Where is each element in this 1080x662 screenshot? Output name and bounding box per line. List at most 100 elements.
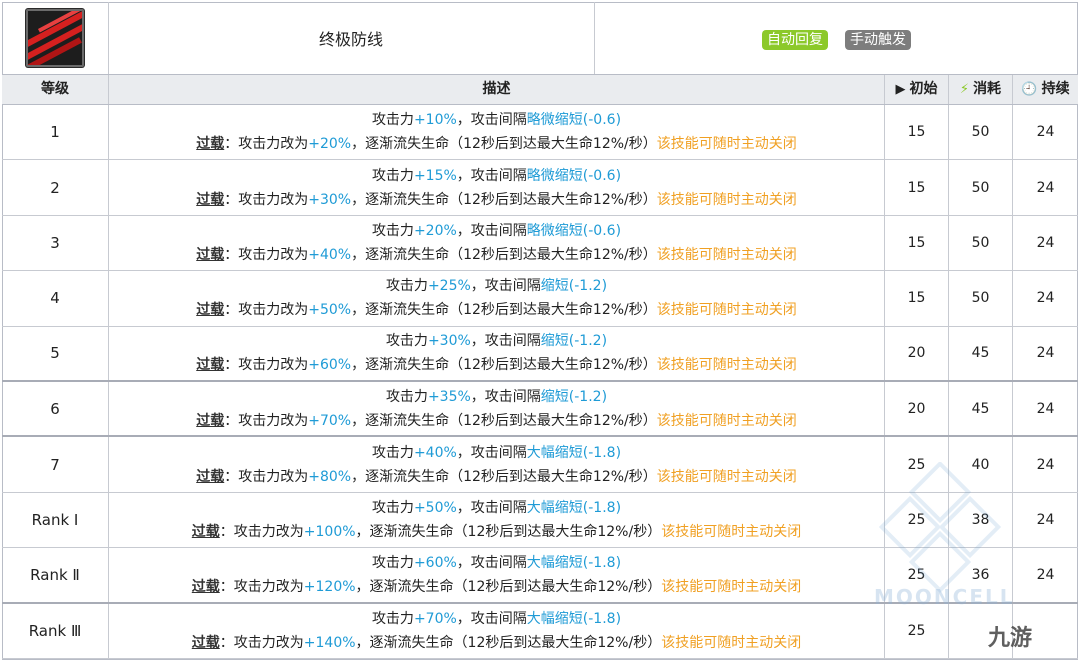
desc-line-1: 攻击力+50%，攻击间隔大幅缩短(-1.8) bbox=[371, 499, 622, 516]
row-initial-sp: 15 bbox=[885, 215, 949, 271]
row-level: 3 bbox=[2, 215, 109, 271]
row-sp-cost: 38 bbox=[949, 492, 1013, 548]
overload-label: 过载 bbox=[191, 523, 220, 540]
row-sp-cost: 50 bbox=[949, 271, 1013, 326]
desc-line-2: 过载：攻击力改为+100%，逐渐流失生命（12秒后到达最大生命12%/秒）该技能… bbox=[191, 523, 802, 540]
row-sp-cost: 45 bbox=[949, 326, 1013, 380]
table-row: 2 攻击力+15%，攻击间隔略微缩短(-0.6) 过载：攻击力改为+30%，逐渐… bbox=[2, 160, 1078, 216]
table-body: 1 攻击力+10%，攻击间隔略微缩短(-0.6) 过载：攻击力改为+20%，逐渐… bbox=[2, 105, 1078, 659]
row-sp-cost: 40 bbox=[949, 437, 1013, 492]
desc-line-1: 攻击力+20%，攻击间隔略微缩短(-0.6) bbox=[371, 222, 622, 239]
watermark-text: MOONCELL bbox=[874, 585, 1015, 609]
table-row: 1 攻击力+10%，攻击间隔略微缩短(-0.6) 过载：攻击力改为+20%，逐渐… bbox=[2, 105, 1078, 161]
row-description: 攻击力+60%，攻击间隔大幅缩短(-1.8) 过载：攻击力改为+120%，逐渐流… bbox=[109, 548, 885, 602]
row-duration: 24 bbox=[1036, 345, 1055, 362]
skill-header: 终极防线 自动回复 手动触发 bbox=[2, 2, 1078, 74]
desc-line-2: 过载：攻击力改为+40%，逐渐流失生命（12秒后到达最大生命12%/秒）该技能可… bbox=[196, 246, 797, 263]
row-initial-sp: 15 bbox=[885, 105, 949, 160]
row-description: 攻击力+35%，攻击间隔缩短(-1.2) 过载：攻击力改为+70%，逐渐流失生命… bbox=[109, 381, 885, 436]
desc-line-2: 过载：攻击力改为+120%，逐渐流失生命（12秒后到达最大生命12%/秒）该技能… bbox=[191, 578, 802, 595]
table-row: 6 攻击力+35%，攻击间隔缩短(-1.2) 过载：攻击力改为+70%，逐渐流失… bbox=[2, 381, 1078, 438]
desc-line-2: 过载：攻击力改为+60%，逐渐流失生命（12秒后到达最大生命12%/秒）该技能可… bbox=[196, 357, 797, 374]
row-level: 7 bbox=[2, 437, 109, 492]
row-duration: 24 bbox=[1036, 400, 1055, 417]
header-duration: 🕘 持续 bbox=[1013, 75, 1078, 104]
row-level: 5 bbox=[2, 326, 109, 380]
row-level: Rank Ⅱ bbox=[2, 548, 109, 602]
play-icon: ▶ bbox=[895, 82, 906, 97]
row-description: 攻击力+30%，攻击间隔缩短(-1.2) 过载：攻击力改为+60%，逐渐流失生命… bbox=[109, 326, 885, 380]
overload-label: 过载 bbox=[196, 191, 225, 208]
row-initial-sp: 15 bbox=[885, 271, 949, 326]
skill-icon bbox=[26, 9, 84, 67]
row-description: 攻击力+20%，攻击间隔略微缩短(-0.6) 过载：攻击力改为+40%，逐渐流失… bbox=[109, 215, 885, 271]
overload-label: 过载 bbox=[196, 136, 225, 153]
desc-line-2: 过载：攻击力改为+70%，逐渐流失生命（12秒后到达最大生命12%/秒）该技能可… bbox=[196, 412, 797, 429]
overload-label: 过载 bbox=[191, 634, 220, 651]
row-description: 攻击力+15%，攻击间隔略微缩短(-0.6) 过载：攻击力改为+30%，逐渐流失… bbox=[109, 160, 885, 215]
brand-logo: 九游 bbox=[988, 626, 1033, 651]
desc-line-2: 过载：攻击力改为+140%，逐渐流失生命（12秒后到达最大生命12%/秒）该技能… bbox=[191, 634, 802, 651]
table-header: 等级 描述 ▶ 初始 ⚡ 消耗 🕘 持续 bbox=[2, 74, 1078, 105]
clock-icon: 🕘 bbox=[1021, 82, 1038, 97]
row-level: 2 bbox=[2, 160, 109, 215]
row-duration: 24 bbox=[1036, 179, 1055, 196]
row-initial-sp: 25 bbox=[885, 437, 949, 492]
desc-line-1: 攻击力+60%，攻击间隔大幅缩短(-1.8) bbox=[371, 554, 622, 571]
overload-label: 过载 bbox=[196, 357, 225, 374]
desc-line-1: 攻击力+25%，攻击间隔缩短(-1.2) bbox=[385, 278, 608, 295]
row-duration: 24 bbox=[1036, 234, 1055, 251]
row-level: Rank Ⅰ bbox=[2, 492, 109, 548]
row-duration: 24 bbox=[1036, 456, 1055, 473]
row-duration: 24 bbox=[1036, 124, 1055, 141]
row-level: Rank Ⅲ bbox=[2, 603, 109, 658]
row-initial-sp: 25 bbox=[885, 492, 949, 548]
row-sp-cost: 50 bbox=[949, 160, 1013, 215]
table-row: Rank Ⅲ 攻击力+70%，攻击间隔大幅缩短(-1.8) 过载：攻击力改为+1… bbox=[2, 603, 1078, 659]
row-level: 6 bbox=[2, 381, 109, 436]
tag-manual-trigger: 手动触发 bbox=[845, 30, 911, 50]
row-description: 攻击力+25%，攻击间隔缩短(-1.2) 过载：攻击力改为+50%，逐渐流失生命… bbox=[109, 271, 885, 326]
row-sp-cost: 50 bbox=[949, 215, 1013, 271]
row-sp-cost: 45 bbox=[949, 381, 1013, 436]
desc-line-1: 攻击力+15%，攻击间隔略微缩短(-0.6) bbox=[371, 167, 622, 184]
overload-label: 过载 bbox=[196, 246, 225, 263]
row-level: 1 bbox=[2, 105, 109, 160]
lightning-icon: ⚡ bbox=[959, 82, 970, 97]
desc-line-2: 过载：攻击力改为+50%，逐渐流失生命（12秒后到达最大生命12%/秒）该技能可… bbox=[196, 302, 797, 319]
overload-label: 过载 bbox=[196, 302, 225, 319]
row-duration: 24 bbox=[1036, 511, 1055, 528]
desc-line-1: 攻击力+10%，攻击间隔略微缩短(-0.6) bbox=[371, 112, 622, 129]
table-row: 5 攻击力+30%，攻击间隔缩短(-1.2) 过载：攻击力改为+60%，逐渐流失… bbox=[2, 326, 1078, 382]
overload-label: 过载 bbox=[196, 468, 225, 485]
table-row: 4 攻击力+25%，攻击间隔缩短(-1.2) 过载：攻击力改为+50%，逐渐流失… bbox=[2, 271, 1078, 327]
row-description: 攻击力+10%，攻击间隔略微缩短(-0.6) 过载：攻击力改为+20%，逐渐流失… bbox=[109, 105, 885, 160]
table-row: 7 攻击力+40%，攻击间隔大幅缩短(-1.8) 过载：攻击力改为+80%，逐渐… bbox=[2, 437, 1078, 493]
desc-line-2: 过载：攻击力改为+30%，逐渐流失生命（12秒后到达最大生命12%/秒）该技能可… bbox=[196, 191, 797, 208]
skill-name: 终极防线 bbox=[108, 2, 595, 74]
tag-auto-recovery: 自动回复 bbox=[762, 30, 828, 50]
skill-tags: 自动回复 手动触发 bbox=[594, 2, 1078, 74]
row-duration: 24 bbox=[1036, 566, 1055, 583]
desc-line-2: 过载：攻击力改为+80%，逐渐流失生命（12秒后到达最大生命12%/秒）该技能可… bbox=[196, 468, 797, 485]
header-initial: ▶ 初始 bbox=[885, 75, 949, 104]
row-initial-sp: 20 bbox=[885, 381, 949, 436]
row-description: 攻击力+50%，攻击间隔大幅缩短(-1.8) 过载：攻击力改为+100%，逐渐流… bbox=[109, 492, 885, 548]
header-cost: ⚡ 消耗 bbox=[949, 75, 1013, 104]
row-sp-cost: 50 bbox=[949, 105, 1013, 160]
desc-line-2: 过载：攻击力改为+20%，逐渐流失生命（12秒后到达最大生命12%/秒）该技能可… bbox=[196, 136, 797, 153]
header-description: 描述 bbox=[109, 75, 885, 104]
desc-line-1: 攻击力+70%，攻击间隔大幅缩短(-1.8) bbox=[371, 610, 622, 627]
row-initial-sp: 20 bbox=[885, 326, 949, 380]
header-level: 等级 bbox=[2, 75, 109, 104]
row-level: 4 bbox=[2, 271, 109, 326]
table-row: 3 攻击力+20%，攻击间隔略微缩短(-0.6) 过载：攻击力改为+40%，逐渐… bbox=[2, 215, 1078, 272]
overload-label: 过载 bbox=[196, 412, 225, 429]
row-duration: 24 bbox=[1036, 290, 1055, 307]
overload-label: 过载 bbox=[191, 578, 220, 595]
table-row: Rank Ⅰ 攻击力+50%，攻击间隔大幅缩短(-1.8) 过载：攻击力改为+1… bbox=[2, 492, 1078, 549]
skill-icon-cell bbox=[2, 2, 109, 74]
row-description: 攻击力+70%，攻击间隔大幅缩短(-1.8) 过载：攻击力改为+140%，逐渐流… bbox=[109, 603, 885, 658]
row-initial-sp: 25 bbox=[885, 603, 949, 658]
row-description: 攻击力+40%，攻击间隔大幅缩短(-1.8) 过载：攻击力改为+80%，逐渐流失… bbox=[109, 437, 885, 492]
